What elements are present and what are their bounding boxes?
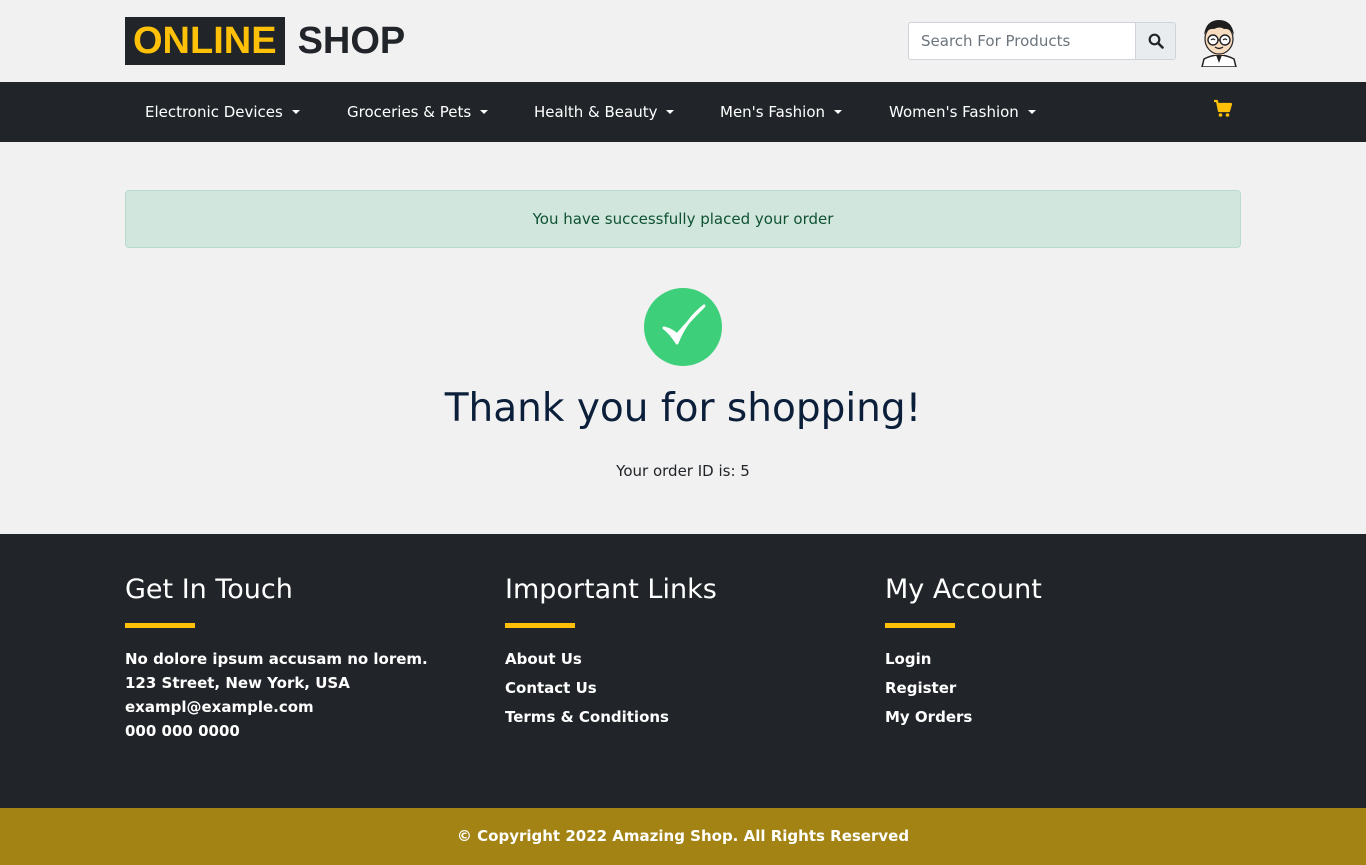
link-contact-us[interactable]: Contact Us	[505, 679, 669, 708]
link-terms-conditions[interactable]: Terms & Conditions	[505, 708, 669, 737]
header: ONLINE SHOP	[0, 0, 1366, 82]
nav-electronic-devices[interactable]: Electronic Devices	[145, 82, 300, 142]
nav-health-beauty[interactable]: Health & Beauty	[534, 82, 675, 142]
copyright-text: © Copyright 2022 Amazing Shop. All Right…	[456, 827, 910, 845]
nav-groceries-pets[interactable]: Groceries & Pets	[347, 82, 489, 142]
nav-label: Health & Beauty	[534, 103, 658, 121]
check-circle-icon	[644, 288, 722, 366]
search-input[interactable]	[908, 22, 1135, 60]
copyright-bar: © Copyright 2022 Amazing Shop. All Right…	[0, 808, 1366, 865]
caret-down-icon	[834, 110, 842, 114]
order-id-text: Your order ID is: 5	[616, 462, 750, 480]
alert-message: You have successfully placed your order	[532, 210, 834, 228]
footer-heading: Important Links	[505, 574, 717, 605]
footer-heading: Get In Touch	[125, 574, 293, 605]
contact-lines: No dolore ipsum accusam no lorem. 123 St…	[125, 650, 428, 746]
contact-address: 123 Street, New York, USA	[125, 674, 350, 692]
nav-mens-fashion[interactable]: Men's Fashion	[720, 82, 842, 142]
user-avatar[interactable]	[1194, 15, 1244, 68]
contact-email: exampl@example.com	[125, 698, 314, 716]
account-links: Login Register My Orders	[885, 650, 972, 737]
contact-phone: 000 000 0000	[125, 722, 240, 740]
shopping-cart-icon	[1214, 99, 1233, 117]
link-register[interactable]: Register	[885, 679, 972, 708]
search-button[interactable]	[1135, 22, 1176, 60]
heading-underline	[505, 623, 575, 628]
nav-label: Men's Fashion	[720, 103, 825, 121]
search-bar	[908, 22, 1176, 60]
nav-womens-fashion[interactable]: Women's Fashion	[889, 82, 1036, 142]
caret-down-icon	[1027, 110, 1036, 114]
thank-you-title: Thank you for shopping!	[444, 386, 922, 431]
logo-highlight: ONLINE	[125, 17, 285, 65]
footer: Get In Touch No dolore ipsum accusam no …	[0, 534, 1366, 808]
cart-button[interactable]	[1213, 99, 1233, 119]
caret-down-icon	[666, 110, 675, 114]
caret-down-icon	[291, 110, 300, 114]
contact-text: No dolore ipsum accusam no lorem.	[125, 650, 428, 668]
caret-down-icon	[480, 110, 489, 114]
nav-label: Groceries & Pets	[347, 103, 472, 121]
heading-underline	[885, 623, 955, 628]
nav-label: Electronic Devices	[145, 103, 283, 121]
search-icon	[1148, 33, 1164, 49]
link-about-us[interactable]: About Us	[505, 650, 669, 679]
important-links: About Us Contact Us Terms & Conditions	[505, 650, 669, 737]
success-alert: You have successfully placed your order	[125, 190, 1241, 248]
link-my-orders[interactable]: My Orders	[885, 708, 972, 737]
nav-label: Women's Fashion	[889, 103, 1019, 121]
link-login[interactable]: Login	[885, 650, 972, 679]
logo[interactable]: ONLINE SHOP	[125, 17, 405, 65]
logo-text: SHOP	[297, 20, 406, 62]
main-nav: Electronic Devices Groceries & Pets Heal…	[0, 82, 1366, 142]
footer-heading: My Account	[885, 574, 1042, 605]
user-avatar-icon	[1201, 20, 1237, 68]
heading-underline	[125, 623, 195, 628]
